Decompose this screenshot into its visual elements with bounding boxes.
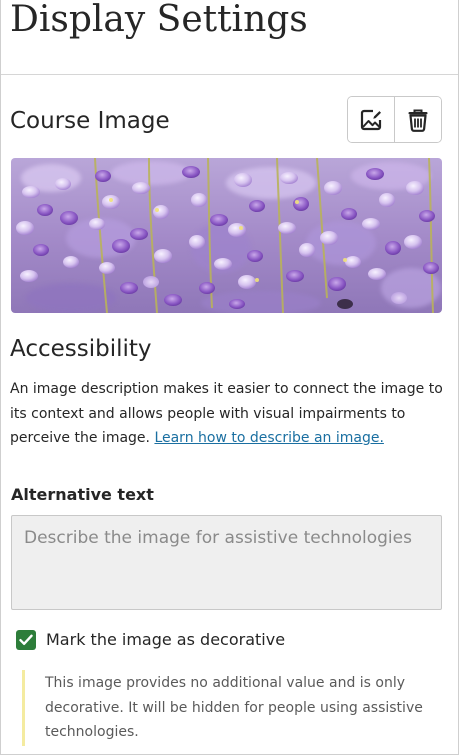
course-image-actions [347, 96, 442, 143]
alt-text-label: Alternative text [11, 485, 154, 504]
delete-image-button[interactable] [394, 97, 441, 142]
course-image-title: Course Image [10, 108, 170, 134]
decorative-checkbox-label[interactable]: Mark the image as decorative [46, 629, 285, 651]
accessibility-description: An image description makes it easier to … [10, 377, 446, 451]
alt-text-input[interactable] [11, 515, 442, 610]
image-edit-icon [360, 109, 382, 130]
course-image-preview [11, 158, 442, 313]
page-title: Display Settings [10, 0, 308, 40]
display-settings-panel: Display Settings Course Image Accessibil… [0, 0, 459, 755]
accessibility-title: Accessibility [10, 336, 152, 362]
change-image-button[interactable] [348, 97, 394, 142]
note-accent-bar [22, 670, 25, 746]
decorative-checkbox[interactable] [16, 630, 36, 650]
checkmark-icon [19, 634, 33, 645]
decorative-note: This image provides no additional value … [45, 675, 423, 740]
header-divider [1, 74, 458, 75]
describe-image-link[interactable]: Learn how to describe an image. [154, 430, 383, 446]
trash-icon [408, 109, 428, 132]
